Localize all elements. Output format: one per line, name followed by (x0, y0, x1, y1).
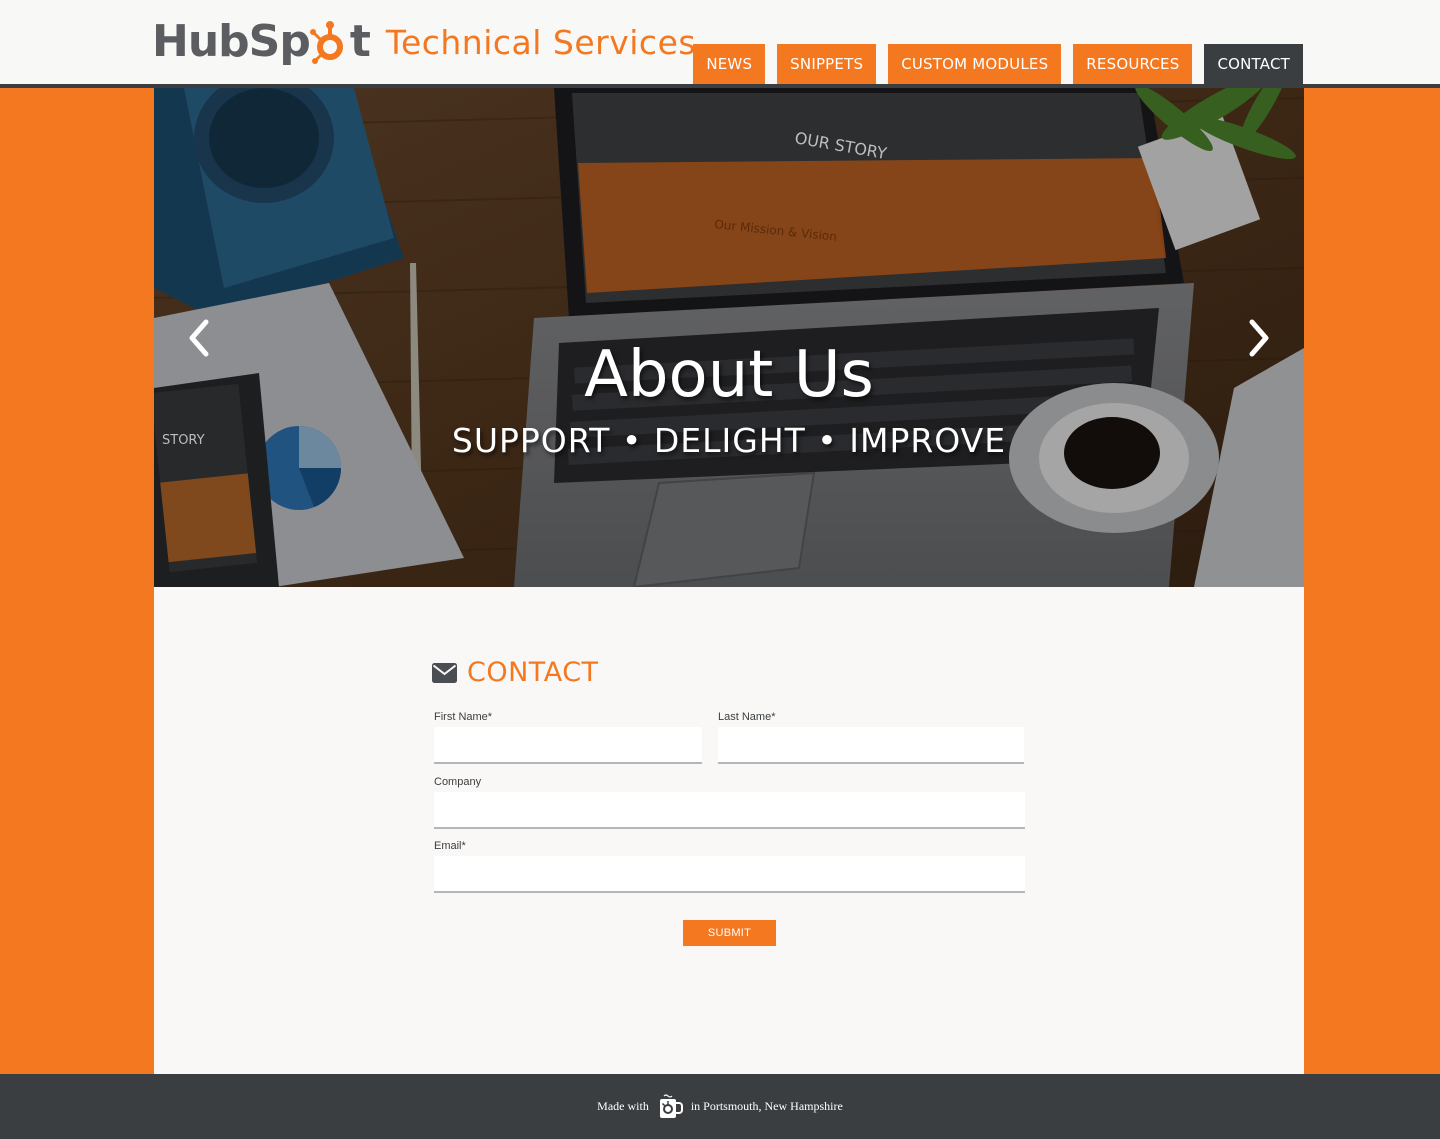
hero-subtitle: SUPPORT • DELIGHT • IMPROVE (451, 421, 1007, 460)
envelope-icon (432, 662, 457, 683)
main-nav: NEWS SNIPPETS CUSTOM MODULES RESOURCES C… (693, 44, 1303, 84)
footer-location: in Portsmouth, New Hampshire (690, 1099, 843, 1113)
hubspot-logo[interactable]: HubSp t (152, 16, 371, 67)
logo-text-end: t (349, 16, 371, 67)
company-field[interactable] (434, 792, 1025, 829)
contact-section: CONTACT First Name* Last Name* Company E… (154, 587, 1304, 1074)
contact-title: CONTACT (467, 657, 599, 688)
nav-item-contact[interactable]: CONTACT (1204, 44, 1303, 84)
email-field[interactable] (434, 856, 1025, 893)
footer-made-with: Made with (597, 1099, 649, 1113)
hero-carousel: OUR STORY Our Mission & Vision STORY Abo… (154, 88, 1304, 587)
hero-title: About Us (584, 338, 874, 412)
last-name-label: Last Name* (718, 711, 776, 723)
email-label: Email* (434, 840, 466, 852)
site-footer: Made with in Portsmouth, New Hampshire (0, 1074, 1440, 1139)
brand[interactable]: HubSp t Technical Services (152, 14, 696, 70)
first-name-label: First Name* (434, 711, 493, 723)
first-name-field[interactable] (434, 727, 702, 764)
nav-item-news[interactable]: NEWS (693, 44, 766, 84)
submit-button[interactable]: SUBMIT (683, 920, 776, 946)
chevron-left-icon[interactable] (180, 316, 220, 360)
nav-item-resources[interactable]: RESOURCES (1073, 44, 1193, 84)
hubspot-mug-icon[interactable] (657, 1093, 683, 1120)
company-label: Company (434, 776, 482, 788)
site-tagline: Technical Services (385, 22, 697, 62)
last-name-field[interactable] (718, 727, 1024, 764)
contact-heading: CONTACT (432, 657, 599, 688)
hubspot-sprocket-icon (309, 21, 343, 64)
chevron-right-icon[interactable] (1238, 316, 1278, 360)
site-header: HubSp t Technical Services NEWS SNIPPETS… (0, 0, 1440, 84)
logo-text-start: HubSp (152, 16, 311, 67)
nav-item-custom-modules[interactable]: CUSTOM MODULES (888, 44, 1062, 84)
nav-item-snippets[interactable]: SNIPPETS (777, 44, 877, 84)
